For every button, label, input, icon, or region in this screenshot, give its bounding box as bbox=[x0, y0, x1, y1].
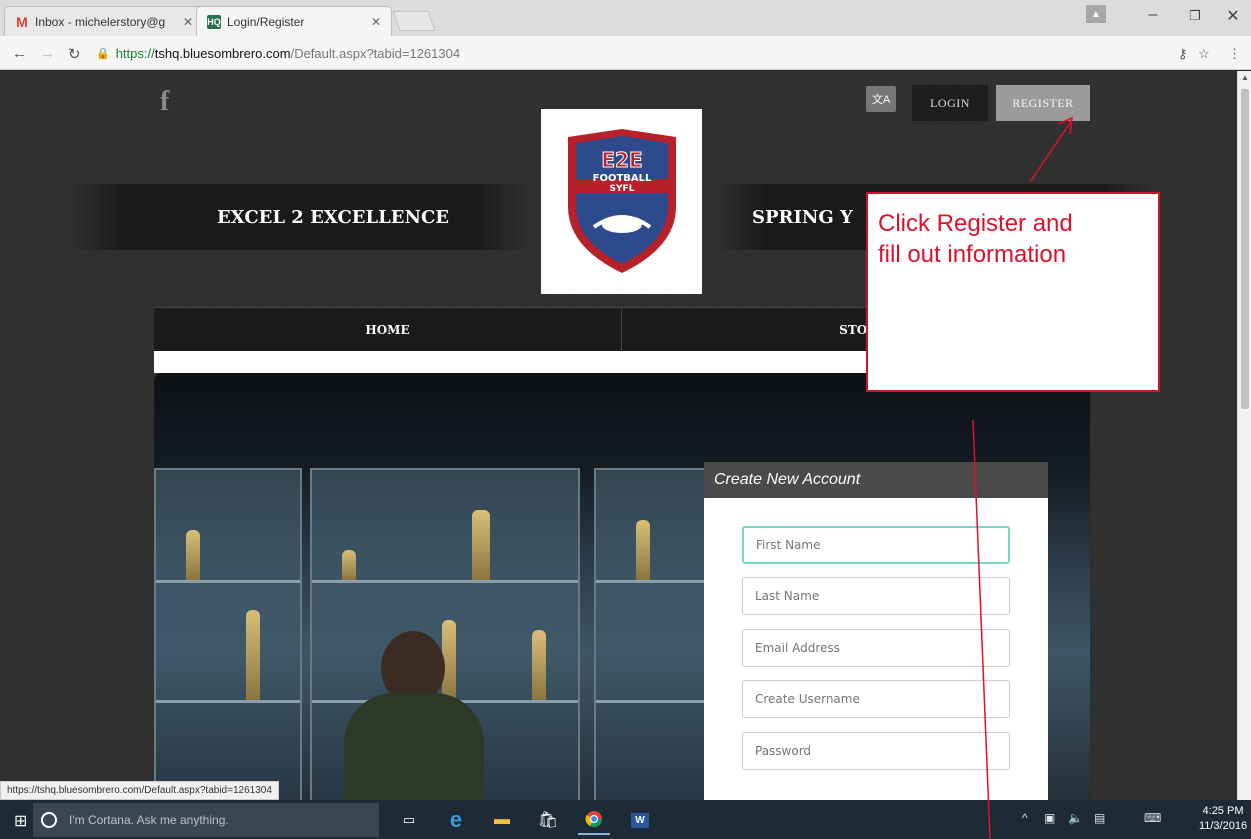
keyboard-icon[interactable]: ⌨ bbox=[1144, 811, 1161, 825]
cortana-search[interactable]: I'm Cortana. Ask me anything. bbox=[33, 803, 379, 837]
edge-icon[interactable]: e bbox=[440, 805, 472, 835]
annotation-line-2: fill out information bbox=[878, 241, 1067, 268]
svg-text:SYFL: SYFL bbox=[609, 184, 634, 194]
boy-figure-body bbox=[344, 693, 484, 800]
tab-title: Inbox - michelerstory@g bbox=[35, 14, 166, 29]
last-name-input[interactable] bbox=[742, 577, 1010, 615]
menu-dots-icon[interactable]: ⋮ bbox=[1228, 46, 1241, 62]
clock-date: 11/3/2016 bbox=[1198, 820, 1248, 832]
scroll-up-icon[interactable]: ▲ bbox=[1241, 73, 1249, 82]
gmail-icon: M bbox=[16, 13, 28, 30]
lock-icon: 🔒 bbox=[96, 47, 110, 60]
svg-text:E2E: E2E bbox=[601, 148, 642, 172]
chrome-icon[interactable] bbox=[578, 805, 610, 835]
close-tab-icon[interactable]: ✕ bbox=[371, 15, 381, 29]
store-icon[interactable]: 🛍 bbox=[532, 805, 564, 835]
url-host: tshq.bluesombrero.com bbox=[154, 45, 291, 61]
site-title-band: EXCEL 2 EXCELLENCE bbox=[70, 184, 530, 250]
close-window-icon[interactable]: ✕ bbox=[1218, 6, 1248, 26]
key-icon[interactable]: ⚷ bbox=[1178, 46, 1188, 62]
password-input[interactable] bbox=[742, 732, 1010, 770]
site-logo[interactable]: E2E FOOTBALL SYFL bbox=[541, 109, 702, 294]
tab-gmail-inbox[interactable]: M Inbox - michelerstory@g ✕ bbox=[4, 6, 204, 36]
create-account-form: Create New Account bbox=[704, 462, 1048, 800]
svg-text:FOOTBALL: FOOTBALL bbox=[592, 173, 651, 184]
nav-home[interactable]: HOME bbox=[154, 308, 621, 352]
username-input[interactable] bbox=[742, 680, 1010, 718]
task-view-icon[interactable]: ▭ bbox=[393, 805, 425, 835]
file-explorer-icon[interactable]: ▬ bbox=[486, 805, 518, 835]
profile-icon[interactable]: ▲ bbox=[1086, 5, 1106, 23]
register-button[interactable]: REGISTER bbox=[996, 85, 1090, 121]
annotation-line-1: Click Register and bbox=[878, 210, 1073, 237]
cortana-placeholder: I'm Cortana. Ask me anything. bbox=[69, 813, 229, 827]
windows-start-icon[interactable]: ⊞ bbox=[14, 811, 27, 831]
form-title: Create New Account bbox=[704, 462, 1048, 498]
address-bar[interactable]: 🔒 https://tshq.bluesombrero.com/Default.… bbox=[96, 41, 1196, 65]
translate-icon[interactable]: 文A bbox=[866, 86, 896, 112]
tray-expand-icon[interactable]: ^ bbox=[1022, 811, 1028, 825]
system-clock[interactable]: 4:25 PM 11/3/2016 bbox=[1196, 804, 1250, 834]
login-button[interactable]: LOGIN bbox=[912, 85, 988, 121]
cortana-icon bbox=[41, 812, 57, 828]
volume-icon[interactable]: 🔈 bbox=[1068, 811, 1083, 825]
shield-logo-icon: E2E FOOTBALL SYFL bbox=[567, 128, 676, 273]
forward-icon[interactable]: → bbox=[40, 45, 55, 62]
browser-tab-strip: M Inbox - michelerstory@g ✕ HQ Login/Reg… bbox=[0, 0, 1251, 36]
page-viewport: f 文A LOGIN REGISTER EXCEL 2 EXCELLENCE S… bbox=[0, 71, 1237, 800]
bookmark-star-icon[interactable]: ☆ bbox=[1198, 46, 1210, 62]
tab-login-register[interactable]: HQ Login/Register ✕ bbox=[196, 6, 392, 36]
word-icon[interactable]: W bbox=[624, 805, 656, 835]
site-title: EXCEL 2 EXCELLENCE bbox=[216, 206, 450, 228]
annotation-callout: Click Register and fill out information bbox=[866, 192, 1160, 392]
url-path: /Default.aspx?tabid=1261304 bbox=[290, 45, 461, 61]
network-icon[interactable]: ▣ bbox=[1044, 811, 1055, 825]
clock-time: 4:25 PM bbox=[1202, 805, 1244, 817]
trophy-case bbox=[154, 468, 302, 800]
email-input[interactable] bbox=[742, 629, 1010, 667]
close-tab-icon[interactable]: ✕ bbox=[183, 15, 193, 29]
facebook-icon[interactable]: f bbox=[160, 86, 169, 118]
site-subtitle: SPRING Y bbox=[752, 206, 853, 228]
browser-toolbar: ← → ↻ 🔒 https://tshq.bluesombrero.com/De… bbox=[0, 36, 1251, 70]
first-name-input[interactable] bbox=[742, 526, 1010, 564]
hq-favicon-icon: HQ bbox=[207, 14, 221, 29]
scroll-thumb[interactable] bbox=[1241, 89, 1249, 409]
url-scheme: https:// bbox=[115, 45, 155, 61]
restore-icon[interactable]: ❐ bbox=[1180, 8, 1210, 24]
status-bar-url: https://tshq.bluesombrero.com/Default.as… bbox=[0, 781, 279, 800]
windows-taskbar: ⊞ I'm Cortana. Ask me anything. ▭ e ▬ 🛍 … bbox=[0, 800, 1251, 839]
back-icon[interactable]: ← bbox=[12, 45, 27, 62]
page-scrollbar[interactable]: ▲ bbox=[1237, 71, 1251, 800]
tab-title: Login/Register bbox=[227, 14, 305, 29]
reload-icon[interactable]: ↻ bbox=[68, 45, 81, 63]
new-tab-button[interactable] bbox=[392, 11, 436, 31]
minimize-icon[interactable]: – bbox=[1138, 6, 1168, 24]
action-center-icon[interactable]: ▤ bbox=[1094, 811, 1105, 825]
